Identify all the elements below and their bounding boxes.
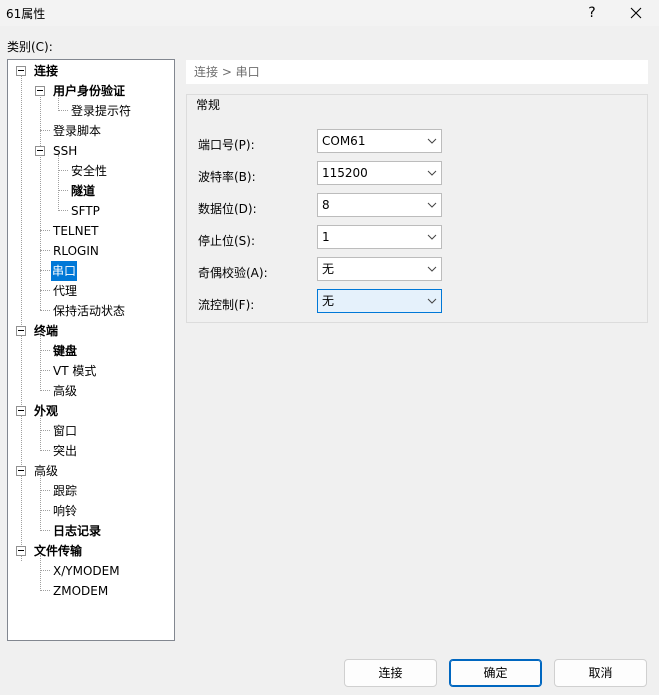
- tree-item-label: 代理: [53, 284, 78, 298]
- window-title: 61属性: [6, 7, 46, 21]
- title-bar: 61属性 ?: [0, 0, 659, 26]
- tree-item-label: 响铃: [53, 504, 78, 518]
- chevron-down-icon: [427, 202, 437, 208]
- tree-item-label: 窗口: [53, 424, 78, 438]
- flow-value: 无: [322, 294, 335, 308]
- collapse-icon[interactable]: [16, 466, 26, 476]
- tree-item-label: 登录提示符: [71, 104, 132, 118]
- collapse-icon[interactable]: [35, 146, 45, 156]
- tree-item-label: 串口: [51, 261, 78, 281]
- parity-label: 奇偶校验(A):: [198, 266, 268, 280]
- connect-button[interactable]: 连接: [344, 659, 437, 687]
- baud-label: 波特率(B):: [198, 170, 256, 184]
- data-bits-value: 8: [322, 198, 330, 212]
- close-icon: [630, 7, 642, 19]
- port-label: 端口号(P):: [198, 138, 255, 152]
- chevron-down-icon: [427, 170, 437, 176]
- chevron-down-icon: [427, 138, 437, 144]
- help-button[interactable]: ?: [572, 0, 612, 26]
- tree-item-label: VT 模式: [53, 364, 97, 378]
- close-button[interactable]: [616, 0, 656, 26]
- chevron-down-icon: [427, 234, 437, 240]
- tree-item-label: ZMODEM: [53, 584, 109, 598]
- collapse-icon[interactable]: [16, 546, 26, 556]
- stop-bits-value: 1: [322, 230, 330, 244]
- tree-item-label: 跟踪: [53, 484, 78, 498]
- data-bits-label: 数据位(D):: [198, 202, 257, 216]
- tree-item-label: 终端: [34, 324, 59, 338]
- parity-select[interactable]: 无: [317, 257, 442, 281]
- help-icon: ?: [588, 5, 596, 21]
- tree-item-label: SFTP: [71, 204, 100, 218]
- tree-item-label: 用户身份验证: [53, 84, 126, 98]
- tree-item-label: 高级: [34, 464, 59, 478]
- tree-item-label: TELNET: [53, 224, 99, 238]
- cancel-button[interactable]: 取消: [554, 659, 647, 687]
- port-value: COM61: [322, 134, 366, 148]
- flow-control-select[interactable]: 无: [317, 289, 442, 313]
- tree-item-label: 登录脚本: [53, 124, 102, 138]
- tree-item-label: 键盘: [53, 344, 78, 358]
- category-label: 类别(C):: [7, 40, 53, 54]
- parity-value: 无: [322, 262, 335, 276]
- chevron-down-icon: [427, 266, 437, 272]
- port-select[interactable]: COM61: [317, 129, 442, 153]
- flow-label: 流控制(F):: [198, 298, 255, 312]
- tree-item-label: RLOGIN: [53, 244, 99, 258]
- tree-item-label: 高级: [53, 384, 78, 398]
- tree-item-label: SSH: [53, 144, 78, 158]
- baud-value: 115200: [322, 166, 368, 180]
- tree-item-label: 保持活动状态: [53, 304, 126, 318]
- collapse-icon[interactable]: [16, 326, 26, 336]
- collapse-icon[interactable]: [35, 86, 45, 96]
- category-tree[interactable]: 连接 用户身份验证 登录提示符 登录脚本 SSH 安全性 隧道 SFTP TEL…: [7, 59, 175, 641]
- chevron-down-icon: [427, 298, 437, 304]
- tree-item-label: 外观: [34, 404, 59, 418]
- tree-item-label: 连接: [34, 64, 59, 78]
- group-title: 常规: [194, 96, 223, 113]
- stop-bits-select[interactable]: 1: [317, 225, 442, 249]
- collapse-icon[interactable]: [16, 66, 26, 76]
- tree-item-label: 日志记录: [53, 524, 102, 538]
- breadcrumb: 连接 > 串口: [186, 60, 648, 84]
- data-bits-select[interactable]: 8: [317, 193, 442, 217]
- baud-select[interactable]: 115200: [317, 161, 442, 185]
- tree-item-label: X/YMODEM: [53, 564, 120, 578]
- tree-item-label: 文件传输: [34, 544, 83, 558]
- tree-item-label: 安全性: [71, 164, 108, 178]
- stop-bits-label: 停止位(S):: [198, 234, 256, 248]
- tree-item-label: 突出: [53, 444, 78, 458]
- ok-button[interactable]: 确定: [449, 659, 542, 687]
- collapse-icon[interactable]: [16, 406, 26, 416]
- tree-item-label: 隧道: [71, 184, 96, 198]
